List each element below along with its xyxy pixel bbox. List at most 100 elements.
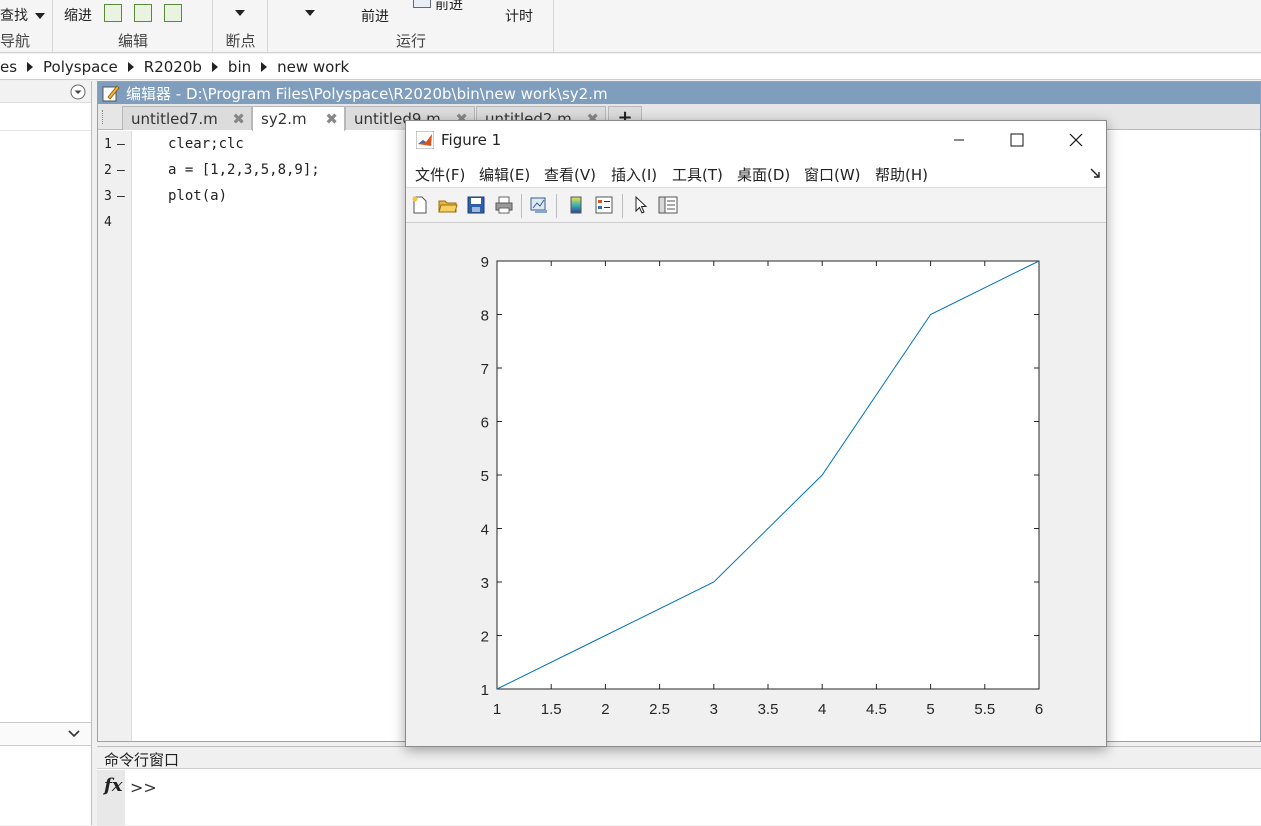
path-segment[interactable]: es [0,58,17,76]
path-separator-icon[interactable] [27,62,33,72]
details-panel-header[interactable] [0,722,91,746]
command-window: 命令行窗口 fx >> [97,746,1261,825]
address-bar[interactable]: es Polyspace R2020b bin new work [0,54,1261,80]
menu-view[interactable]: 查看(V) [544,164,596,185]
code-line[interactable]: a = [1,2,3,5,8,9]; [168,162,320,178]
close-tab-icon[interactable]: ✖ [325,110,338,128]
tab-label: sy2.m [261,110,307,128]
increase-indent-icon[interactable] [134,4,152,22]
breakpoints-dropdown-icon[interactable] [235,10,245,16]
path-segment[interactable]: new work [277,58,349,76]
x-tick-label: 1 [493,701,501,718]
link-plot-icon[interactable] [529,195,549,215]
path-separator-icon[interactable] [212,62,218,72]
line-number: 2 [104,163,112,178]
x-tick-label: 2 [601,701,609,718]
current-folder-header [0,81,91,103]
breakpoint-section: 断点 [214,0,268,53]
line-number: 1 [104,137,112,152]
run-and-advance-button[interactable]: 前进 [361,6,389,26]
toolbar-separator [521,194,522,218]
colorbar-icon[interactable] [566,195,586,215]
breakpoint-marker[interactable]: — [117,137,125,152]
tab-sy2[interactable]: sy2.m ✖ [252,106,345,131]
pointer-icon[interactable] [631,195,651,215]
find-button[interactable]: 查找 [0,5,45,25]
plot-area[interactable]: 11.522.533.544.555.56123456789 [406,223,1106,746]
edit-section: 缩进 编辑 [54,0,213,53]
run-section-label: 运行 [269,30,553,51]
code-line[interactable]: plot(a) [168,188,227,204]
open-file-icon[interactable] [438,195,458,215]
menu-tools[interactable]: 工具(T) [672,164,723,185]
path-separator-icon[interactable] [128,62,134,72]
toolbar-separator [556,194,557,218]
dock-arrow-icon[interactable] [1090,168,1101,179]
menu-desktop[interactable]: 桌面(D) [737,164,790,185]
run-and-time-button[interactable]: 计时 [505,6,533,26]
chevron-down-icon[interactable] [67,728,81,740]
save-icon[interactable] [466,195,486,215]
close-icon [1068,132,1084,148]
line-number: 4 [104,215,112,230]
menu-window[interactable]: 窗口(W) [804,164,861,185]
run-dropdown-icon[interactable] [305,10,315,16]
x-tick-label: 3.5 [758,701,779,718]
property-inspector-icon[interactable] [658,195,678,215]
y-tick-label: 1 [481,682,489,699]
smart-indent-icon[interactable] [104,4,122,22]
maximize-icon [1010,133,1024,147]
print-icon[interactable] [494,195,514,215]
x-tick-label: 3 [710,701,718,718]
tab-untitled7[interactable]: untitled7.m ✖ [122,106,252,130]
advance-button[interactable]: 前进 [435,0,463,14]
minimize-button[interactable] [930,121,988,159]
close-tab-icon[interactable]: ✖ [232,110,245,128]
close-window-button[interactable] [1047,121,1105,159]
x-tick-label: 5 [926,701,934,718]
path-segment[interactable]: R2020b [144,58,202,76]
current-folder-panel [0,81,92,825]
menu-help[interactable]: 帮助(H) [875,164,928,185]
command-prompt[interactable]: >> [130,778,157,797]
function-browser-icon[interactable]: fx [104,775,122,796]
breakpoint-marker[interactable]: — [117,189,125,204]
menu-insert[interactable]: 插入(I) [611,164,657,185]
minimize-icon [953,134,965,146]
x-tick-label: 4.5 [866,701,887,718]
new-figure-icon[interactable] [410,195,430,215]
path-segment[interactable]: bin [228,58,251,76]
toolbar-separator [622,194,623,218]
x-tick-label: 5.5 [974,701,995,718]
code-line[interactable]: clear;clc [168,136,244,152]
y-tick-label: 6 [481,415,489,432]
folder-column-header [0,103,91,131]
y-tick-label: 8 [481,308,489,325]
y-tick-label: 5 [481,468,489,485]
legend-icon[interactable] [594,195,614,215]
figure-title-bar[interactable]: Figure 1 [406,121,1106,159]
matlab-logo-icon [416,131,434,149]
navigate-section-label: 导航 [0,30,52,51]
y-tick-label: 4 [481,522,489,539]
maximize-button[interactable] [988,121,1046,159]
line-number: 3 [104,189,112,204]
run-section: 前进 前进 计时 运行 [269,0,554,53]
dropdown-arrow-icon[interactable] [35,13,45,19]
decrease-indent-icon[interactable] [164,4,182,22]
panel-actions-icon[interactable] [70,84,86,100]
figure-toolbar [406,187,1106,223]
figure-window: Figure 1 文件(F) 编辑(E) 查看(V) 插入(I) 工具(T) 桌… [405,120,1107,747]
editor-pencil-icon [102,84,120,102]
advance-icon[interactable] [413,0,431,8]
line-chart[interactable]: 11.522.533.544.555.56123456789 [406,223,1106,746]
path-separator-icon[interactable] [261,62,267,72]
axes-box[interactable] [497,261,1039,689]
menu-edit[interactable]: 编辑(E) [479,164,530,185]
breakpoint-marker[interactable]: — [117,163,125,178]
figure-menu-bar: 文件(F) 编辑(E) 查看(V) 插入(I) 工具(T) 桌面(D) 窗口(W… [406,159,1106,187]
path-segment[interactable]: Polyspace [43,58,118,76]
x-tick-label: 6 [1035,701,1043,718]
menu-file[interactable]: 文件(F) [415,164,465,185]
y-tick-label: 9 [481,254,489,271]
